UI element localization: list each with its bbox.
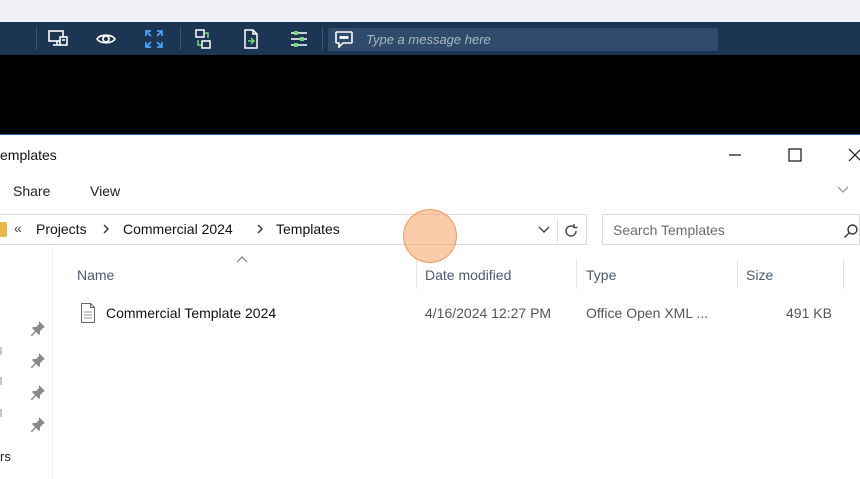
pin-icon[interactable] [30,416,46,432]
file-type: Office Open XML ... [586,305,709,321]
pin-icon[interactable] [30,352,46,368]
breadcrumb-chevron-icon[interactable] [101,222,111,236]
click-indicator [403,209,457,263]
refresh-icon[interactable] [562,222,580,240]
breadcrumb-projects[interactable]: Projects [36,221,87,237]
message-input[interactable] [366,28,711,51]
address-dropdown-icon[interactable] [536,223,552,237]
window-title: emplates [0,147,57,163]
navigation-pane [0,247,53,479]
search-icon[interactable] [843,223,859,239]
address-divider [557,218,558,242]
message-box [328,28,718,51]
nav-item-label[interactable]: rs [0,449,11,464]
search-input[interactable] [613,219,833,241]
file-transfer-icon[interactable] [191,27,215,51]
pin-icon[interactable] [30,320,46,336]
breadcrumb-overflow[interactable]: « [14,220,22,236]
column-divider[interactable] [416,259,417,289]
column-header-name[interactable]: Name [77,267,114,283]
tab-view[interactable]: View [90,183,120,199]
file-name: Commercial Template 2024 [106,305,277,321]
column-divider[interactable] [737,259,738,289]
toolbar-separator [180,27,181,50]
column-header-date[interactable]: Date modified [425,267,511,283]
pin-icon[interactable] [30,384,46,400]
nav-item-marker [0,409,2,417]
remote-screen-area [0,55,860,134]
folder-icon [0,222,7,237]
file-row[interactable]: Commercial Template 2024 4/16/2024 12:27… [70,298,850,328]
address-bar[interactable]: « Projects Commercial 2024 Templates [0,214,587,245]
chevron-down-icon[interactable] [834,182,852,198]
breadcrumb-commercial-2024[interactable]: Commercial 2024 [123,221,233,237]
maximize-button[interactable] [772,139,818,171]
toolbar-separator [36,27,37,50]
column-divider[interactable] [576,259,577,289]
tab-share[interactable]: Share [13,183,50,199]
breadcrumb-chevron-icon[interactable] [255,222,265,236]
close-icon [848,148,860,162]
nav-item-marker [0,377,2,385]
settings-icon[interactable] [287,27,311,51]
breadcrumb-templates[interactable]: Templates [276,221,340,237]
maximize-icon [788,148,802,162]
view-icon[interactable] [94,27,118,51]
minimize-button[interactable] [712,139,758,171]
file-icon [81,303,95,323]
column-header-type[interactable]: Type [586,267,616,283]
file-size: 491 KB [786,305,832,321]
top-strip [0,0,860,22]
search-box [602,214,860,245]
nav-item-marker [0,347,2,355]
explorer-window: emplates Share View « Projects Commercia… [0,134,860,479]
chat-icon [335,31,353,48]
minimize-icon [729,154,741,156]
column-header-size[interactable]: Size [746,267,773,283]
close-button[interactable] [832,139,860,171]
column-divider[interactable] [843,259,844,289]
sort-ascending-icon [236,256,248,263]
file-date: 4/16/2024 12:27 PM [425,305,552,321]
fullscreen-icon[interactable] [142,27,166,51]
document-icon[interactable] [239,27,263,51]
toolbar-separator [322,27,323,50]
remote-screen-icon[interactable] [46,27,70,51]
